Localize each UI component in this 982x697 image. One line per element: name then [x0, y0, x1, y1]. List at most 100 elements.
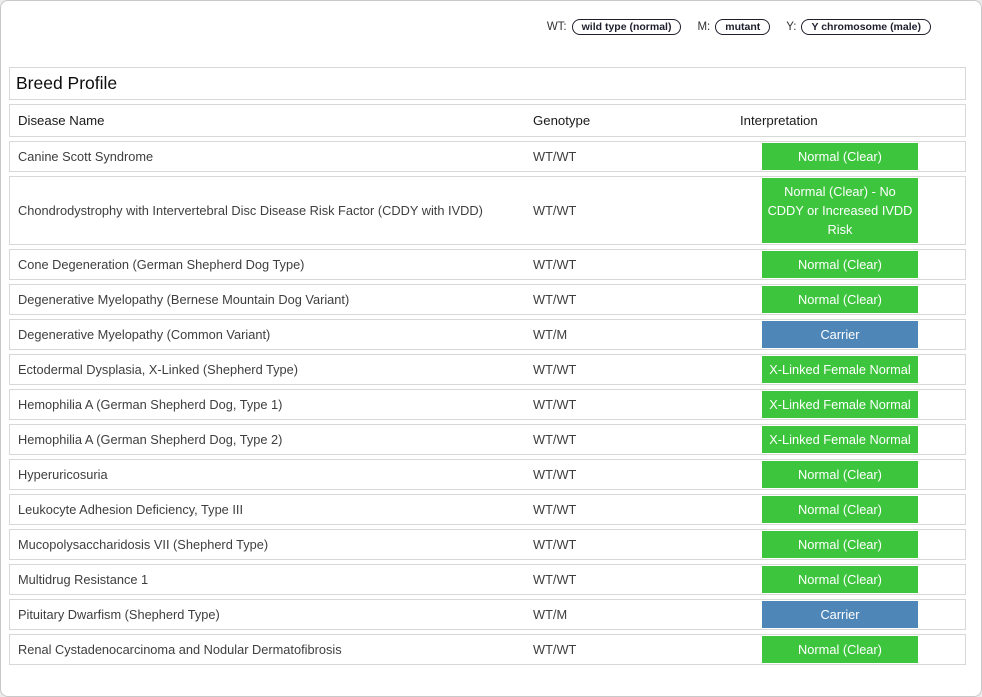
disease-name-cell: Pituitary Dwarfism (Shepherd Type)	[10, 600, 533, 629]
genotype-cell: WT/WT	[533, 460, 738, 489]
interpretation-cell: Carrier	[738, 320, 965, 349]
table-row: Multidrug Resistance 1 WT/WT Normal (Cle…	[9, 564, 966, 595]
interpretation-badge: Normal (Clear)	[762, 496, 918, 523]
genotype-cell: WT/M	[533, 600, 738, 629]
genotype-text: WT/WT	[533, 536, 577, 552]
genotype-text: WT/WT	[533, 431, 577, 447]
genotype-cell: WT/WT	[533, 355, 738, 384]
genotype-text: WT/WT	[533, 501, 577, 517]
genotype-cell: WT/WT	[533, 177, 738, 244]
table-row: Leukocyte Adhesion Deficiency, Type III …	[9, 494, 966, 525]
legend-key-label: Y:	[786, 21, 797, 33]
genotype-cell: WT/WT	[533, 142, 738, 171]
interpretation-cell: Carrier	[738, 600, 965, 629]
disease-name-text: Multidrug Resistance 1	[18, 571, 149, 587]
table-row: Canine Scott Syndrome WT/WT Normal (Clea…	[9, 141, 966, 172]
genotype-cell: WT/WT	[533, 390, 738, 419]
table-row: Degenerative Myelopathy (Common Variant)…	[9, 319, 966, 350]
legend-value-pill: mutant	[715, 19, 771, 35]
disease-name-cell: Renal Cystadenocarcinoma and Nodular Der…	[10, 635, 533, 664]
genotype-text: WT/WT	[533, 396, 577, 412]
column-header-label: Genotype	[533, 112, 591, 128]
interpretation-cell: X-Linked Female Normal	[738, 390, 965, 419]
genotype-text: WT/M	[533, 326, 568, 342]
legend-value-pill: Y chromosome (male)	[801, 19, 931, 35]
column-header-label: Interpretation	[740, 113, 818, 128]
disease-name-cell: Cone Degeneration (German Shepherd Dog T…	[10, 250, 533, 279]
disease-name-text: Hemophilia A (German Shepherd Dog, Type …	[18, 396, 283, 412]
interpretation-badge: Normal (Clear)	[762, 286, 918, 313]
legend-value-pill: wild type (normal)	[571, 19, 682, 35]
legend-item: WT: wild type (normal)	[547, 19, 682, 35]
table-body: Canine Scott Syndrome WT/WT Normal (Clea…	[9, 141, 966, 665]
interpretation-cell: Normal (Clear) - No CDDY or Increased IV…	[738, 177, 965, 244]
table-row: Degenerative Myelopathy (Bernese Mountai…	[9, 284, 966, 315]
interpretation-cell: Normal (Clear)	[738, 285, 965, 314]
column-header-genotype: Genotype	[533, 112, 738, 130]
disease-name-cell: Canine Scott Syndrome	[10, 142, 533, 171]
interpretation-cell: Normal (Clear)	[738, 142, 965, 171]
disease-name-text: Hyperuricosuria	[18, 466, 108, 482]
interpretation-badge: Carrier	[762, 601, 918, 628]
disease-name-cell: Chondrodystrophy with Intervertebral Dis…	[10, 177, 533, 244]
interpretation-badge: X-Linked Female Normal	[762, 356, 918, 383]
disease-name-cell: Ectodermal Dysplasia, X-Linked (Shepherd…	[10, 355, 533, 384]
genotype-text: WT/WT	[533, 641, 577, 657]
interpretation-cell: X-Linked Female Normal	[738, 355, 965, 384]
column-header-interpretation: Interpretation	[738, 113, 965, 128]
genotype-text: WT/WT	[533, 256, 577, 272]
disease-name-cell: Degenerative Myelopathy (Bernese Mountai…	[10, 285, 533, 314]
disease-name-cell: Multidrug Resistance 1	[10, 565, 533, 594]
interpretation-cell: Normal (Clear)	[738, 250, 965, 279]
interpretation-badge: Carrier	[762, 321, 918, 348]
genotype-cell: WT/WT	[533, 425, 738, 454]
genotype-cell: WT/WT	[533, 565, 738, 594]
disease-name-text: Cone Degeneration (German Shepherd Dog T…	[18, 256, 305, 272]
genotype-text: WT/WT	[533, 202, 577, 218]
column-header-disease-name: Disease Name	[10, 108, 533, 134]
table-row: Mucopolysaccharidosis VII (Shepherd Type…	[9, 529, 966, 560]
table-row: Ectodermal Dysplasia, X-Linked (Shepherd…	[9, 354, 966, 385]
disease-name-cell: Mucopolysaccharidosis VII (Shepherd Type…	[10, 530, 533, 559]
report-title: Breed Profile	[9, 67, 966, 100]
disease-name-text: Canine Scott Syndrome	[18, 148, 154, 164]
interpretation-badge: Normal (Clear)	[762, 636, 918, 663]
table-row: Hyperuricosuria WT/WT Normal (Clear)	[9, 459, 966, 490]
legend-key-label: M:	[697, 21, 711, 33]
interpretation-badge: Normal (Clear) - No CDDY or Increased IV…	[762, 178, 918, 243]
interpretation-badge: Normal (Clear)	[762, 531, 918, 558]
genotype-text: WT/WT	[533, 361, 577, 377]
table-header-row: Disease Name Genotype Interpretation	[9, 104, 966, 137]
table-row: Chondrodystrophy with Intervertebral Dis…	[9, 176, 966, 245]
genotype-legend: WT: wild type (normal) M: mutant Y: Y ch…	[1, 1, 981, 35]
interpretation-cell: X-Linked Female Normal	[738, 425, 965, 454]
disease-name-text: Degenerative Myelopathy (Common Variant)	[18, 326, 271, 342]
interpretation-badge: Normal (Clear)	[762, 251, 918, 278]
disease-name-text: Leukocyte Adhesion Deficiency, Type III	[18, 501, 244, 517]
disease-name-cell: Degenerative Myelopathy (Common Variant)	[10, 320, 533, 349]
genotype-text: WT/WT	[533, 571, 577, 587]
interpretation-cell: Normal (Clear)	[738, 565, 965, 594]
legend-key-label: WT:	[546, 21, 567, 33]
interpretation-badge: Normal (Clear)	[762, 143, 918, 170]
disease-name-cell: Hemophilia A (German Shepherd Dog, Type …	[10, 425, 533, 454]
genotype-text: WT/WT	[533, 466, 577, 482]
disease-name-cell: Hemophilia A (German Shepherd Dog, Type …	[10, 390, 533, 419]
table-row: Hemophilia A (German Shepherd Dog, Type …	[9, 424, 966, 455]
disease-name-text: Degenerative Myelopathy (Bernese Mountai…	[18, 291, 350, 307]
interpretation-cell: Normal (Clear)	[738, 460, 965, 489]
legend-item: Y: Y chromosome (male)	[786, 19, 931, 35]
disease-name-cell: Hyperuricosuria	[10, 460, 533, 489]
interpretation-badge: X-Linked Female Normal	[762, 426, 918, 453]
breed-profile-report: Breed Profile Disease Name Genotype Inte…	[9, 67, 966, 665]
column-header-label: Disease Name	[18, 112, 105, 128]
report-page: WT: wild type (normal) M: mutant Y: Y ch…	[0, 0, 982, 697]
table-row: Hemophilia A (German Shepherd Dog, Type …	[9, 389, 966, 420]
interpretation-cell: Normal (Clear)	[738, 635, 965, 664]
disease-name-text: Ectodermal Dysplasia, X-Linked (Shepherd…	[18, 361, 299, 377]
interpretation-badge: Normal (Clear)	[762, 461, 918, 488]
table-row: Cone Degeneration (German Shepherd Dog T…	[9, 249, 966, 280]
disease-name-cell: Leukocyte Adhesion Deficiency, Type III	[10, 495, 533, 524]
genotype-cell: WT/WT	[533, 495, 738, 524]
disease-name-text: Mucopolysaccharidosis VII (Shepherd Type…	[18, 536, 269, 552]
